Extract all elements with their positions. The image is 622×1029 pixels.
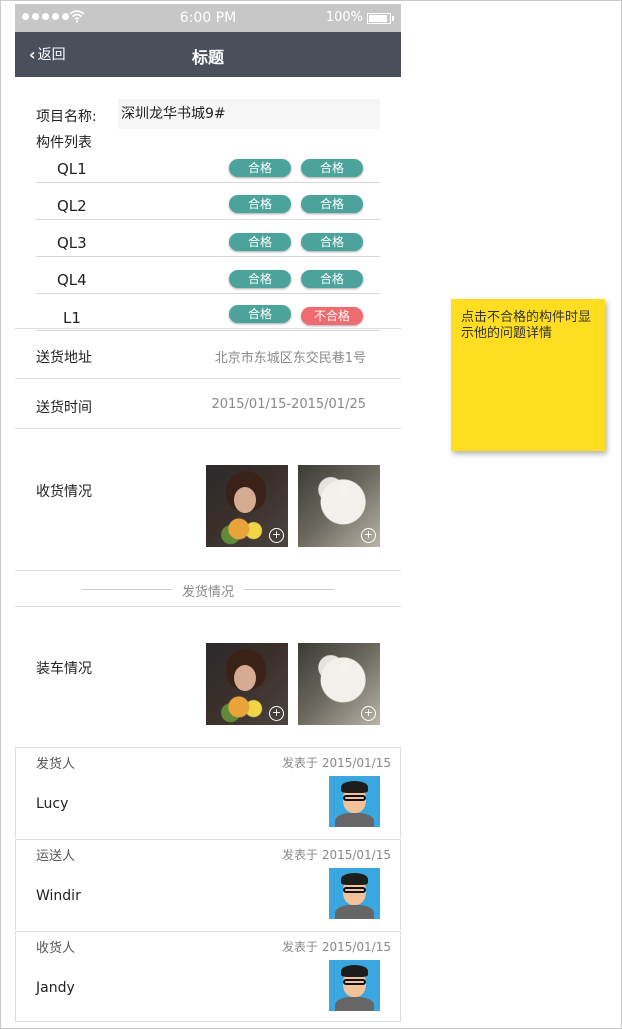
component-row: QL4 合格 合格 [36, 256, 380, 294]
status-badge-fail[interactable]: 不合格 [301, 307, 363, 325]
person-date: 发表于 2015/01/15 [282, 756, 391, 770]
person-date: 发表于 2015/01/15 [282, 848, 391, 862]
component-name: QL1 [57, 160, 87, 178]
person-name: Lucy [36, 796, 69, 812]
status-badge-1[interactable]: 合格 [229, 270, 291, 288]
shipping-section-label: 发货情况 [181, 585, 234, 600]
divider [15, 606, 401, 607]
person-role: 收货人 [36, 941, 76, 956]
status-badge-2[interactable]: 合格 [301, 195, 363, 213]
carrier-section: 运送人 发表于 2015/01/15 Windir [15, 839, 401, 930]
shipper-section: 发货人 发表于 2015/01/15 Lucy [15, 747, 401, 838]
avatar[interactable] [329, 960, 380, 1011]
status-badge-1[interactable]: 合格 [229, 305, 291, 323]
zoom-icon: + [269, 706, 284, 721]
component-name: QL2 [57, 197, 87, 215]
component-name: QL3 [57, 234, 87, 252]
divider-line-right [244, 589, 334, 590]
divider [15, 428, 401, 429]
sticky-note: 点击不合格的构件时显示他的问题详情 [451, 299, 605, 451]
divider [15, 570, 401, 571]
address-label: 送货地址 [36, 350, 92, 366]
page-title: 标题 [191, 48, 224, 67]
receipt-photo-1[interactable]: + [206, 465, 288, 547]
battery-icon [367, 13, 394, 24]
status-badge-2[interactable]: 合格 [301, 270, 363, 288]
component-name: QL4 [57, 271, 87, 289]
component-row: QL2 合格 合格 [36, 182, 380, 220]
component-row: L1 合格 不合格 [36, 293, 380, 331]
status-badge-2[interactable]: 合格 [301, 159, 363, 177]
person-name: Windir [36, 888, 81, 904]
zoom-icon: + [269, 528, 284, 543]
person-role: 运送人 [36, 849, 76, 864]
battery-percent: 100% [325, 10, 363, 25]
nav-bar: ‹ 返回 标题 [15, 32, 401, 77]
component-name: L1 [63, 309, 81, 327]
status-badge-2[interactable]: 合格 [301, 233, 363, 251]
project-name-label: 项目名称: [36, 109, 97, 125]
divider [15, 378, 401, 379]
receipt-label: 收货情况 [36, 484, 92, 500]
zoom-icon: + [361, 706, 376, 721]
component-row: QL3 合格 合格 [36, 219, 380, 257]
person-role: 发货人 [36, 757, 76, 772]
address-value: 北京市东城区东交民巷1号 [214, 351, 366, 366]
status-badge-1[interactable]: 合格 [229, 195, 291, 213]
time-value: 2015/01/15-2015/01/25 [211, 397, 366, 412]
status-badge-1[interactable]: 合格 [229, 159, 291, 177]
loading-label: 装车情况 [36, 661, 92, 677]
avatar[interactable] [329, 868, 380, 919]
status-badge-1[interactable]: 合格 [229, 233, 291, 251]
loading-photo-2[interactable]: + [298, 643, 380, 725]
component-row: QL1 合格 合格 [36, 145, 380, 183]
avatar[interactable] [329, 776, 380, 827]
receiver-section: 收货人 发表于 2015/01/15 Jandy [15, 931, 401, 1022]
time-label: 送货时间 [36, 400, 92, 416]
zoom-icon: + [361, 528, 376, 543]
person-name: Jandy [36, 980, 75, 996]
person-date: 发表于 2015/01/15 [282, 940, 391, 954]
divider [15, 328, 401, 329]
receipt-photo-2[interactable]: + [298, 465, 380, 547]
loading-photo-1[interactable]: + [206, 643, 288, 725]
status-bar: 6:00 PM 100% [15, 4, 401, 32]
project-name-field[interactable]: 深圳龙华书城9# [118, 99, 380, 129]
